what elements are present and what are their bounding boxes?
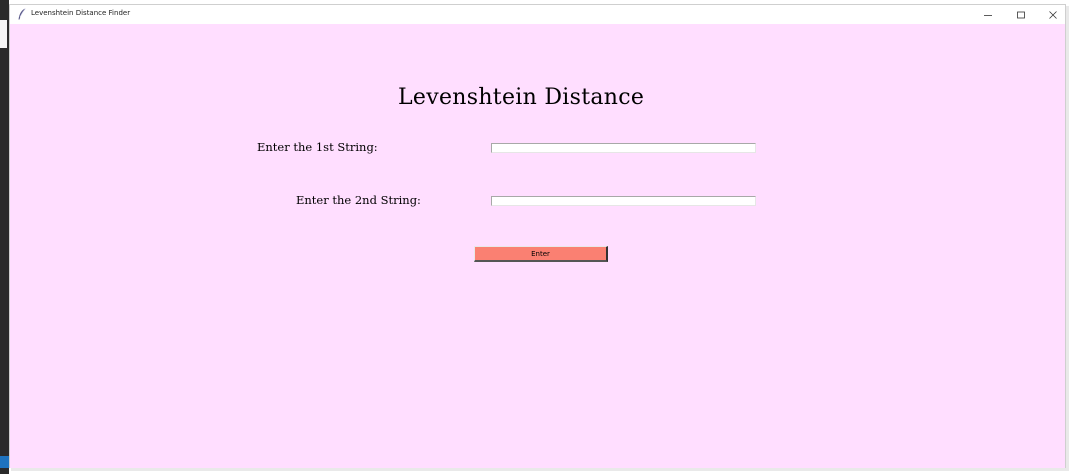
close-icon — [1049, 10, 1057, 19]
taskbar-edge — [0, 456, 9, 468]
close-button[interactable] — [1037, 5, 1069, 24]
desktop-screen: Levenshtein Distance Finder Levenshtein … — [0, 0, 1071, 474]
window-shadow-right — [1066, 6, 1069, 470]
string1-label: Enter the 1st String: — [257, 140, 378, 154]
page-title: Levenshtein Distance — [398, 85, 645, 110]
string2-label: Enter the 2nd String: — [296, 193, 421, 207]
maximize-button[interactable] — [1005, 5, 1037, 24]
enter-button[interactable]: Enter — [474, 246, 608, 262]
desktop-edge-highlight — [0, 20, 7, 48]
minimize-icon — [984, 14, 992, 16]
maximize-icon — [1017, 11, 1025, 18]
window-title: Levenshtein Distance Finder — [31, 9, 131, 17]
app-window: Levenshtein Distance Finder Levenshtein … — [9, 4, 1066, 468]
app-content: Levenshtein Distance Enter the 1st Strin… — [10, 24, 1065, 468]
desktop-edge — [0, 0, 9, 474]
string1-input[interactable] — [491, 143, 756, 153]
title-bar[interactable]: Levenshtein Distance Finder — [10, 5, 1065, 24]
string2-input[interactable] — [491, 196, 756, 206]
minimize-button[interactable] — [972, 5, 1004, 24]
enter-button-label: Enter — [531, 249, 550, 258]
feather-icon — [18, 8, 26, 20]
window-shadow-bottom — [11, 468, 1069, 471]
